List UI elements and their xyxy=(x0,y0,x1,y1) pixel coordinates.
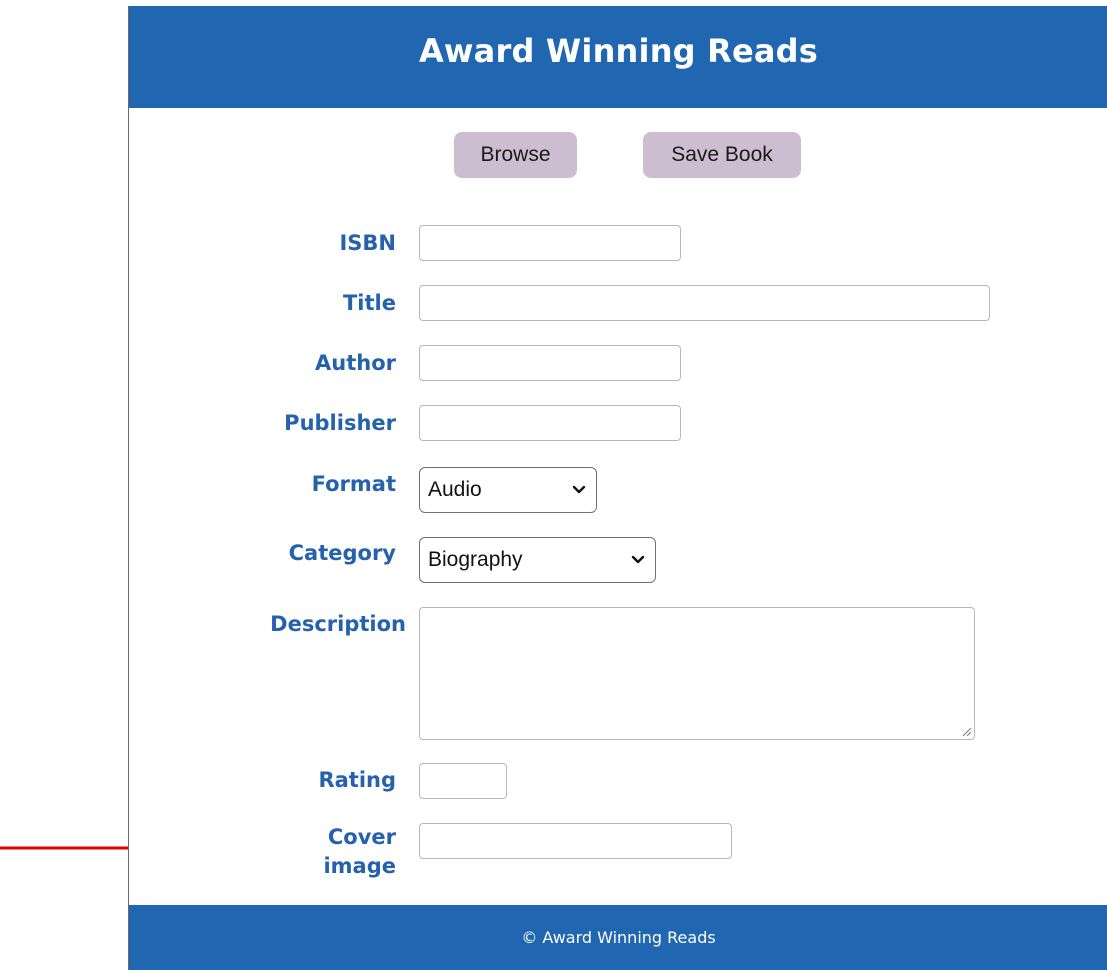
resize-grip-icon[interactable] xyxy=(960,725,972,737)
chevron-down-icon xyxy=(572,485,586,494)
publisher-input[interactable] xyxy=(419,405,681,441)
author-label: Author xyxy=(315,351,396,375)
site-title: Award Winning Reads xyxy=(418,32,819,70)
format-label: Format xyxy=(311,472,396,496)
rating-input[interactable] xyxy=(419,763,507,799)
description-textarea[interactable] xyxy=(419,607,975,740)
title-input[interactable] xyxy=(419,285,990,321)
category-selected-value: Biography xyxy=(428,548,523,571)
site-header: Award Winning Reads xyxy=(129,6,1107,108)
rating-label: Rating xyxy=(318,768,396,792)
cover-image-input[interactable] xyxy=(419,823,732,859)
category-label: Category xyxy=(288,541,396,565)
isbn-label: ISBN xyxy=(339,231,396,255)
isbn-input[interactable] xyxy=(419,225,681,261)
title-label: Title xyxy=(342,291,396,315)
format-selected-value: Audio xyxy=(428,478,482,501)
category-select[interactable]: Biography xyxy=(419,537,656,583)
publisher-label: Publisher xyxy=(284,411,396,435)
save-book-button[interactable]: Save Book xyxy=(643,132,801,178)
author-input[interactable] xyxy=(419,345,681,381)
browse-button[interactable]: Browse xyxy=(454,132,577,178)
chevron-down-icon xyxy=(631,555,645,564)
site-footer: © Award Winning Reads xyxy=(129,905,1107,970)
page-container: Award Winning Reads Browse Save Book ISB… xyxy=(128,6,1107,970)
description-label: Description xyxy=(270,612,406,636)
footer-copyright: © Award Winning Reads xyxy=(521,928,716,947)
format-select[interactable]: Audio xyxy=(419,467,597,513)
cover-image-label: Cover image xyxy=(323,825,396,878)
